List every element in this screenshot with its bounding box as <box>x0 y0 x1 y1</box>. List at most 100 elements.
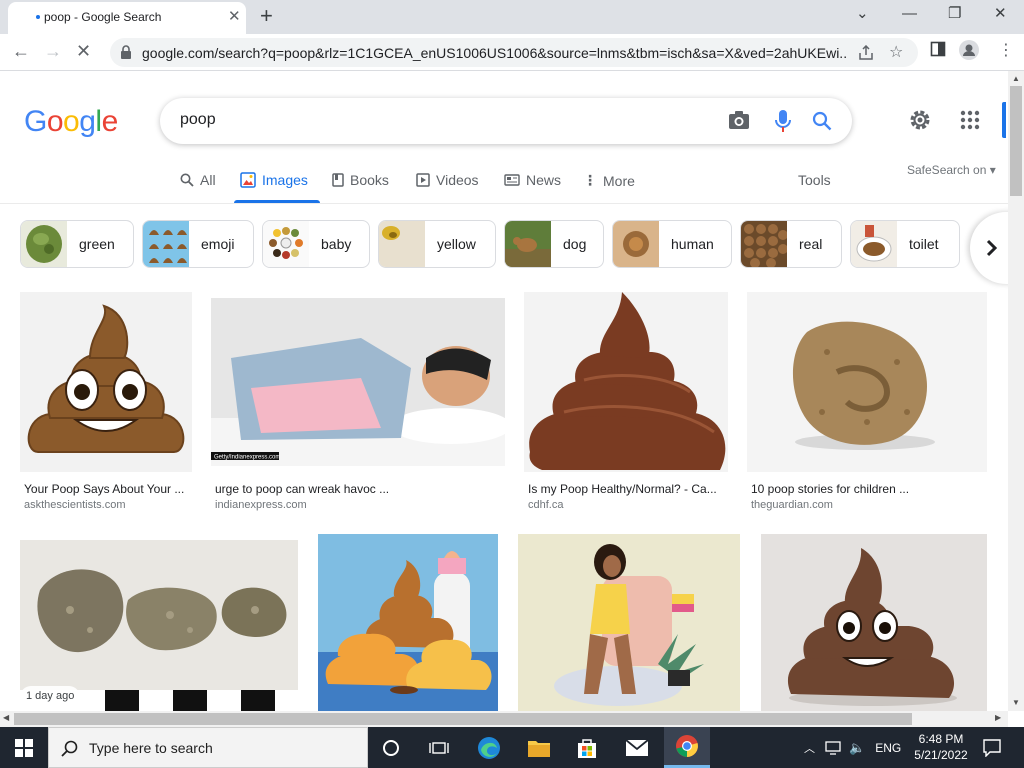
language-indicator[interactable]: ENG <box>875 741 901 755</box>
result-source[interactable]: theguardian.com <box>751 499 833 511</box>
volume-icon[interactable]: 🔈 <box>849 740 865 756</box>
apps-grid-icon[interactable] <box>960 110 980 130</box>
tab-label: Images <box>262 172 308 188</box>
close-window-button[interactable]: ✕ <box>994 4 1007 24</box>
back-button[interactable]: ← <box>12 40 30 62</box>
chrome-menu-icon[interactable]: ⋮ <box>998 40 1014 60</box>
result-thumbnail[interactable] <box>524 292 728 472</box>
taskbar-edge[interactable] <box>466 727 512 768</box>
search-box[interactable]: poop <box>160 98 852 144</box>
tab-search-icon[interactable]: ⌄ <box>856 4 869 24</box>
camera-icon[interactable] <box>728 110 750 130</box>
taskbar-store[interactable] <box>564 727 610 768</box>
result-source[interactable]: indianexpress.com <box>215 499 307 511</box>
forward-button[interactable]: → <box>44 40 62 62</box>
notification-center-icon[interactable] <box>983 739 1001 757</box>
result-caption[interactable]: urge to poop can wreak havoc ... <box>215 482 389 496</box>
result-source[interactable]: cdhf.ca <box>528 499 563 511</box>
chip-yellow[interactable]: yellow <box>378 220 496 268</box>
task-view-button[interactable] <box>416 727 462 768</box>
image-result[interactable]: Your Poop Says About Your ... askthescie… <box>20 292 194 512</box>
chip-human[interactable]: human <box>612 220 732 268</box>
result-thumbnail[interactable] <box>20 292 192 472</box>
image-result[interactable] <box>318 534 498 711</box>
taskbar-search-box[interactable]: Type here to search <box>48 727 368 768</box>
system-tray: ︿ 🔈 ENG <box>804 727 901 768</box>
result-caption[interactable]: Is my Poop Healthy/Normal? - Ca... <box>528 482 717 496</box>
chip-baby[interactable]: baby <box>262 220 370 268</box>
tab-all[interactable]: All <box>180 172 216 188</box>
new-tab-button[interactable]: + <box>260 4 273 28</box>
tab-videos[interactable]: Videos <box>416 172 479 188</box>
cortana-button[interactable] <box>368 727 414 768</box>
clock-time: 6:48 PM <box>918 732 964 746</box>
taskbar-file-explorer[interactable] <box>516 727 562 768</box>
windows-taskbar: Type here to search ︿ 🔈 ENG 6:48 PM 5/21… <box>0 727 1024 768</box>
url-text[interactable]: google.com/search?q=poop&rlz=1C1GCEA_enU… <box>142 45 848 61</box>
vertical-scroll-thumb[interactable] <box>1010 86 1022 196</box>
sign-in-button-edge[interactable] <box>1002 102 1006 138</box>
tab-more[interactable]: ⋮ More <box>583 172 635 189</box>
scroll-right-arrow-icon[interactable]: ▶ <box>995 713 1001 722</box>
result-source[interactable]: askthescientists.com <box>24 499 125 511</box>
tab-label: News <box>526 172 562 188</box>
scroll-down-arrow-icon[interactable]: ▼ <box>1012 698 1020 707</box>
settings-gear-icon[interactable] <box>908 108 932 132</box>
result-caption[interactable]: 10 poop stories for children ... <box>751 482 909 496</box>
microphone-icon[interactable] <box>775 109 791 133</box>
tools-button[interactable]: Tools <box>798 172 831 188</box>
image-result[interactable]: 10 poop stories for children ... theguar… <box>747 292 989 512</box>
taskbar-chrome[interactable] <box>664 727 710 768</box>
image-result[interactable] <box>518 534 742 711</box>
chip-label: human <box>671 236 714 252</box>
scroll-left-arrow-icon[interactable]: ◀ <box>3 713 9 722</box>
taskbar-mail[interactable] <box>614 727 660 768</box>
result-thumbnail[interactable] <box>747 292 987 472</box>
image-result[interactable]: Is my Poop Healthy/Normal? - Ca... cdhf.… <box>524 292 728 512</box>
chip-real[interactable]: real <box>740 220 842 268</box>
chip-thumbnail <box>505 221 551 267</box>
result-caption[interactable]: Your Poop Says About Your ... <box>24 482 184 496</box>
tab-news[interactable]: News <box>504 172 561 188</box>
chip-green[interactable]: green <box>20 220 134 268</box>
search-icon[interactable] <box>812 111 832 131</box>
bookmark-star-icon[interactable]: ☆ <box>889 42 903 62</box>
show-hidden-icons-chevron-icon[interactable]: ︿ <box>804 740 815 756</box>
chip-toilet[interactable]: toilet <box>850 220 960 268</box>
result-thumbnail[interactable] <box>761 534 987 711</box>
chip-thumbnail <box>21 221 67 267</box>
active-tab-indicator <box>234 200 320 203</box>
google-logo[interactable]: Google <box>24 104 118 140</box>
address-bar[interactable]: google.com/search?q=poop&rlz=1C1GCEA_enU… <box>110 38 918 67</box>
safesearch-dropdown[interactable]: SafeSearch on ▾ <box>907 163 996 177</box>
chip-emoji[interactable]: emoji <box>142 220 254 268</box>
horizontal-scroll-thumb[interactable] <box>14 713 912 725</box>
play-icon <box>416 173 430 187</box>
chip-dog[interactable]: dog <box>504 220 604 268</box>
taskbar-search-placeholder: Type here to search <box>89 740 213 756</box>
logo-letter: e <box>101 105 119 138</box>
minimize-button[interactable]: — <box>902 4 917 24</box>
result-thumbnail[interactable]: Getty/Indianexpress.com <box>211 298 505 466</box>
side-panel-icon[interactable] <box>930 41 946 57</box>
scroll-up-arrow-icon[interactable]: ▲ <box>1012 74 1020 83</box>
google-favicon-icon <box>36 15 40 19</box>
result-thumbnail[interactable] <box>318 534 498 711</box>
tab-books[interactable]: Books <box>332 172 389 188</box>
image-result[interactable]: Getty/Indianexpress.com urge to poop can… <box>211 298 505 512</box>
image-result[interactable] <box>761 534 989 711</box>
share-icon[interactable] <box>858 45 874 61</box>
tab-images[interactable]: Images <box>240 172 308 188</box>
lock-icon <box>121 45 131 59</box>
result-thumbnail[interactable] <box>518 534 740 711</box>
restore-button[interactable]: ❐ <box>948 4 961 24</box>
browser-tab[interactable]: poop - Google Search ✕ <box>8 2 246 34</box>
network-icon[interactable] <box>825 740 841 755</box>
profile-avatar-icon[interactable] <box>959 40 979 60</box>
chip-label: dog <box>563 236 587 252</box>
search-input[interactable]: poop <box>180 111 216 129</box>
windows-start-icon[interactable] <box>15 739 33 757</box>
close-tab-icon[interactable]: ✕ <box>228 8 241 26</box>
stop-loading-button[interactable]: ✕ <box>76 40 91 62</box>
system-clock[interactable]: 6:48 PM 5/21/2022 <box>906 731 976 763</box>
